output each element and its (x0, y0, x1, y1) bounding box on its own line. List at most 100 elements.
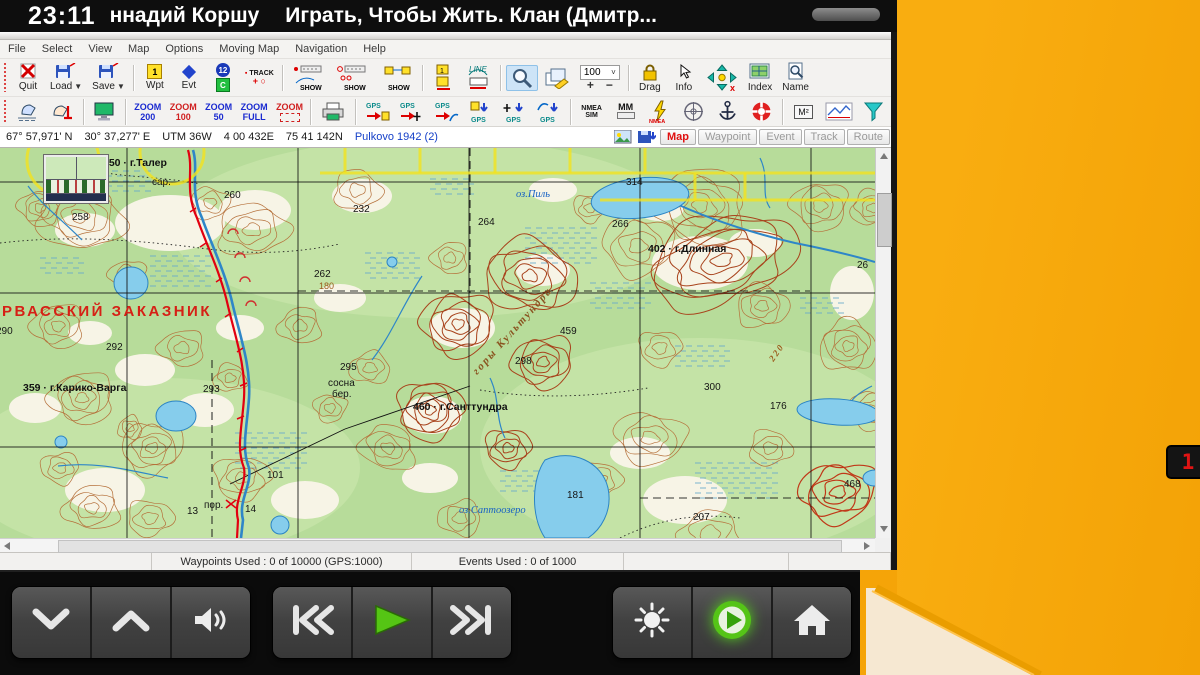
ozi-explorer-window: FileSelectViewMapOptionsMoving MapNaviga… (0, 32, 897, 570)
area-calc-button[interactable]: M² (788, 103, 820, 121)
brightness-button[interactable] (613, 587, 693, 658)
waypoint-marker-badge: 1 (1166, 445, 1200, 479)
menu-item-options[interactable]: Options (157, 43, 211, 55)
map-canvas[interactable]: 250 · г.Талерсар.258260оз.Пиль3142322642… (0, 148, 875, 538)
menu-item-navigation[interactable]: Navigation (287, 43, 355, 55)
zoom-window-button[interactable]: ZOOM (273, 100, 306, 124)
mode-button-waypoint[interactable]: Waypoint (698, 129, 757, 145)
info-pointer-button[interactable]: Info (668, 61, 700, 95)
toolbar-drag-handle[interactable] (2, 63, 9, 93)
vertical-scrollbar[interactable] (875, 148, 891, 538)
mode-button-track[interactable]: Track (804, 129, 845, 145)
show-events-button[interactable]: SHOW (332, 62, 374, 93)
prev-track-button[interactable] (273, 587, 353, 658)
horizontal-scroll-thumb[interactable] (58, 540, 842, 553)
get-route-gps-button[interactable]: GPS (533, 98, 566, 126)
map-features-button[interactable]: 12C (207, 61, 239, 94)
menu-item-help[interactable]: Help (355, 43, 394, 55)
toolbar-separator (83, 99, 85, 125)
save-position-icon[interactable] (638, 130, 656, 144)
svg-text:SHOW: SHOW (344, 85, 366, 91)
play-circle-button[interactable] (693, 587, 773, 658)
scroll-left-arrow[interactable] (4, 542, 10, 550)
profile-chart-button[interactable] (822, 100, 856, 123)
print-button[interactable] (316, 99, 350, 124)
zoom-full-button[interactable]: ZOOMFULL (237, 100, 270, 124)
toolbar-drag-handle[interactable] (2, 100, 9, 123)
show-waypoints-button[interactable]: SHOW (288, 62, 330, 93)
button-group-0 (12, 587, 250, 658)
scroll-right-arrow[interactable] (864, 542, 870, 550)
nmea-simulator-button[interactable]: NMEASIM (576, 103, 608, 121)
nav-pad-button[interactable]: x (702, 61, 742, 94)
minimize-pill-button[interactable] (812, 8, 880, 21)
svg-text:GPS: GPS (540, 117, 555, 124)
track-control-button[interactable]: ▪ TRACK+ ○ (241, 68, 278, 87)
get-track-gps-button[interactable]: GPS (499, 98, 532, 126)
scroll-down-arrow[interactable] (880, 526, 888, 532)
waypoint-list-button[interactable]: 1 (428, 62, 460, 93)
play-button[interactable] (353, 587, 433, 658)
events-used-status: Events Used : 0 of 1000 (412, 553, 624, 570)
name-search-button[interactable]: Name (778, 60, 813, 95)
svg-text:181: 181 (567, 490, 584, 501)
menu-item-file[interactable]: File (0, 43, 34, 55)
pin-tool-button[interactable] (46, 99, 79, 125)
mode-button-route[interactable]: Route (847, 129, 890, 145)
send-wpt-gps-button[interactable]: GPS (361, 98, 394, 126)
menu-item-map[interactable]: Map (120, 43, 157, 55)
scroll-up-arrow[interactable] (880, 153, 888, 159)
volume-icon (188, 603, 234, 642)
mode-button-event[interactable]: Event (759, 129, 801, 145)
event-button[interactable]: Evt (173, 63, 205, 93)
zoom-select-button[interactable]: 100˅+− (576, 63, 624, 92)
drag-lock-button[interactable]: Drag (634, 61, 666, 95)
distance-line-button[interactable]: LINE (462, 62, 496, 93)
moving-map-button[interactable]: MM (610, 102, 642, 121)
home-button[interactable] (773, 587, 851, 658)
chevron-up-button[interactable] (92, 587, 172, 658)
man-overboard-button[interactable] (746, 98, 778, 125)
menu-item-moving-map[interactable]: Moving Map (211, 43, 287, 55)
svg-text:293: 293 (203, 384, 220, 395)
magnifier-button[interactable] (506, 65, 538, 91)
svg-text:460 · г.Санттундра: 460 · г.Санттундра (413, 401, 508, 413)
menu-item-select[interactable]: Select (34, 43, 81, 55)
screen-capture-button[interactable] (89, 99, 122, 124)
menu-item-view[interactable]: View (80, 43, 120, 55)
map-overview-inset[interactable] (44, 155, 108, 203)
zoom-50-button[interactable]: ZOOM50 (202, 100, 235, 124)
chevron-down-button[interactable] (12, 587, 92, 658)
inset-top (46, 157, 106, 180)
volume-button[interactable] (172, 587, 250, 658)
skin-diagonal-decoration (860, 570, 1200, 675)
get-wpt-gps-button[interactable]: GPS (464, 98, 497, 126)
show-tracks-button[interactable]: SHOW (376, 62, 418, 93)
svg-text:РВАССКИЙ ЗАКАЗНИК: РВАССКИЙ ЗАКАЗНИК (2, 302, 212, 320)
quit-button[interactable]: Quit (12, 61, 44, 94)
nmea-button[interactable]: NMEA (644, 98, 676, 126)
waypoint-button[interactable]: 1Wpt (139, 62, 171, 93)
horizontal-scrollbar[interactable] (0, 538, 875, 552)
filter-button[interactable] (858, 99, 890, 124)
anchor-alarm-button[interactable] (712, 98, 744, 125)
mode-button-map[interactable]: Map (660, 129, 696, 145)
svg-text:SHOW: SHOW (388, 85, 410, 91)
zoom-200-button[interactable]: ZOOM200 (131, 100, 164, 124)
load-button[interactable]: Load▼ (46, 61, 86, 94)
send-track-gps-button[interactable]: GPS (395, 98, 428, 126)
save-button[interactable]: Save▼ (88, 61, 129, 94)
svg-text:295: 295 (340, 362, 357, 373)
vertical-scroll-thumb[interactable] (877, 193, 892, 247)
next-track-button[interactable] (433, 587, 511, 658)
map-edit-button[interactable] (540, 65, 574, 91)
toolbar-separator (422, 65, 424, 91)
status-cell (789, 553, 891, 570)
image-tool-icon[interactable] (614, 130, 632, 144)
window-status-bar: Waypoints Used : 0 of 10000 (GPS:1000)Ev… (0, 552, 891, 570)
pan-ruler-button[interactable] (12, 99, 45, 125)
map-index-button[interactable]: Index (744, 60, 776, 95)
zoom-100-button[interactable]: ZOOM100 (166, 100, 199, 124)
position-fix-button[interactable] (678, 98, 710, 125)
send-route-gps-button[interactable]: GPS (430, 98, 463, 126)
